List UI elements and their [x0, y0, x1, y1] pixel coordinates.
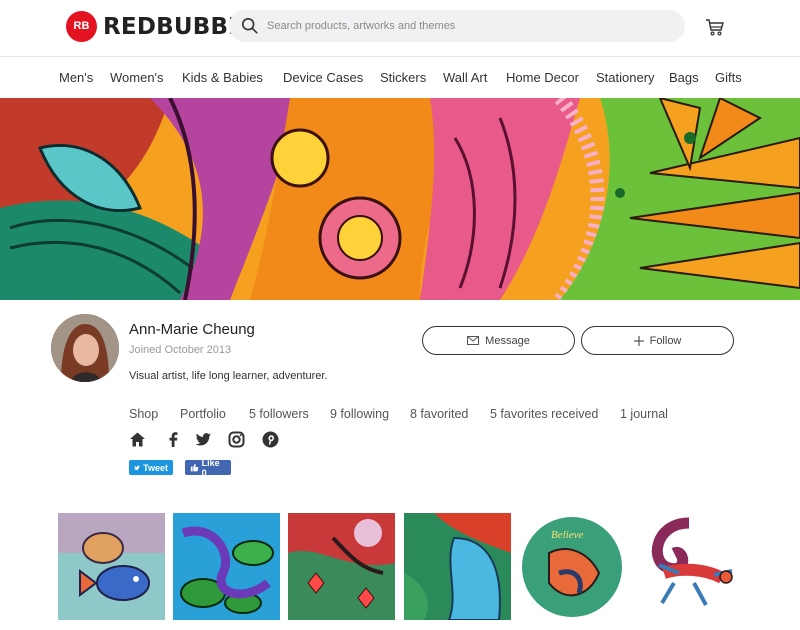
- nav-item-kids-babies[interactable]: Kids & Babies: [182, 70, 263, 85]
- home-icon[interactable]: [129, 431, 146, 448]
- logo-mark-icon: RB: [66, 11, 97, 42]
- mandala-cover-art: [0, 98, 800, 300]
- like-label: Like 0: [201, 457, 220, 478]
- artwork-tile-red-flowers[interactable]: [288, 513, 395, 620]
- follow-label: Follow: [649, 334, 682, 347]
- lizard-leaves-artwork: [173, 513, 280, 620]
- tweet-button[interactable]: Tweet: [129, 460, 173, 475]
- artwork-tile-mermaid-face[interactable]: [404, 513, 511, 620]
- category-nav: Men's Women's Kids & Babies Device Cases…: [0, 57, 800, 98]
- red-flowers-artwork: [288, 513, 395, 620]
- mermaid-face-artwork: [404, 513, 511, 620]
- nav-item-mens[interactable]: Men's: [59, 70, 93, 85]
- cover-banner: [0, 98, 800, 300]
- nav-item-stickers[interactable]: Stickers: [380, 70, 426, 85]
- search-bar[interactable]: [229, 10, 685, 42]
- search-input[interactable]: [267, 20, 667, 32]
- message-label: Message: [485, 334, 530, 347]
- profile-name: Ann-Marie Cheung: [129, 321, 255, 338]
- artwork-tile-lizard-leaves[interactable]: [173, 513, 280, 620]
- stat-favorites-received[interactable]: 5 favorites received: [490, 407, 598, 421]
- thumbs-up-icon: [190, 463, 199, 472]
- search-icon: [241, 17, 258, 34]
- twitter-bird-icon: [134, 465, 140, 470]
- avatar: [51, 314, 119, 382]
- artwork-tile-believe-circle[interactable]: Believe: [519, 513, 626, 620]
- nav-item-wall-art[interactable]: Wall Art: [443, 70, 487, 85]
- follow-button[interactable]: Follow: [581, 326, 734, 355]
- nav-item-gifts[interactable]: Gifts: [715, 70, 742, 85]
- stat-journal[interactable]: 1 journal: [620, 407, 668, 421]
- plus-icon: [633, 335, 644, 346]
- artwork-tile-fish[interactable]: [58, 513, 165, 620]
- stat-portfolio[interactable]: Portfolio: [180, 407, 226, 421]
- site-header: RB REDBUBBLE: [0, 0, 800, 57]
- nav-item-womens[interactable]: Women's: [110, 70, 164, 85]
- believe-circle-artwork: Believe: [519, 513, 626, 620]
- facebook-like-button[interactable]: Like 0: [185, 457, 231, 478]
- avatar-photo: [51, 314, 119, 382]
- nav-item-home-decor[interactable]: Home Decor: [506, 70, 579, 85]
- logo-mark-text: RB: [73, 20, 90, 32]
- gecko-artwork: [634, 513, 741, 620]
- envelope-icon: [467, 336, 480, 345]
- stat-favorited[interactable]: 8 favorited: [410, 407, 468, 421]
- stat-shop[interactable]: Shop: [129, 407, 158, 421]
- pinterest-icon[interactable]: [262, 431, 279, 448]
- instagram-icon[interactable]: [228, 431, 245, 448]
- facebook-icon[interactable]: [165, 431, 182, 448]
- believe-artwork-text: Believe: [551, 529, 583, 541]
- nav-item-device-cases[interactable]: Device Cases: [283, 70, 363, 85]
- stat-followers[interactable]: 5 followers: [249, 407, 309, 421]
- fish-artwork: [58, 513, 165, 620]
- artwork-tile-gecko[interactable]: [634, 513, 741, 620]
- joined-date: Joined October 2013: [129, 344, 232, 356]
- nav-item-stationery[interactable]: Stationery: [596, 70, 655, 85]
- stat-following[interactable]: 9 following: [330, 407, 389, 421]
- message-button[interactable]: Message: [422, 326, 575, 355]
- profile-bio: Visual artist, life long learner, advent…: [129, 370, 328, 382]
- nav-item-bags[interactable]: Bags: [669, 70, 699, 85]
- twitter-icon[interactable]: [195, 431, 212, 448]
- tweet-label: Tweet: [143, 462, 168, 473]
- cart-icon[interactable]: [705, 17, 725, 37]
